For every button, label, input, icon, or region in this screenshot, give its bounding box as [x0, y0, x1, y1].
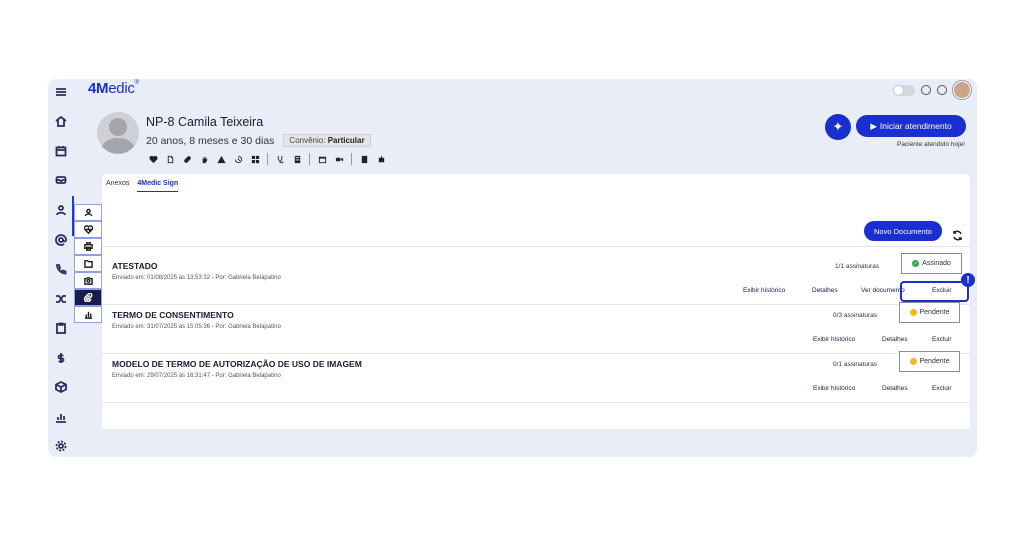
document-tabs: Anexos 4Medic Sign [106, 180, 179, 192]
warning-icon[interactable] [216, 154, 226, 164]
help-icon[interactable] [937, 85, 947, 95]
phone-icon[interactable] [53, 261, 69, 277]
row-divider [102, 353, 970, 354]
book-icon[interactable] [359, 154, 369, 164]
history-icon[interactable] [233, 154, 243, 164]
schedule-icon[interactable] [317, 154, 327, 164]
signature-count: 0/1 assinaturas [833, 361, 878, 368]
dollar-icon[interactable] [53, 350, 69, 366]
box-icon[interactable] [53, 379, 69, 395]
tab-person[interactable] [74, 204, 102, 221]
inbox-icon[interactable] [53, 172, 69, 188]
hand-icon[interactable] [199, 154, 209, 164]
tab-folder[interactable] [74, 255, 102, 272]
attended-status: Paciente atendido hoje! [897, 141, 965, 148]
toolbar-separator [267, 153, 268, 165]
details-link[interactable]: Detalhes [882, 336, 908, 343]
list-divider [102, 246, 970, 247]
patient-info: 20 anos, 8 meses e 30 dias Convênio: Par… [146, 134, 371, 147]
highlight-box [900, 281, 969, 302]
document-title: TERMO DE CONSENTIMENTO [112, 310, 234, 320]
document-title: ATESTADO [112, 261, 158, 271]
robot-icon[interactable] [376, 154, 386, 164]
check-icon: ✓ [912, 260, 920, 267]
document-meta: Enviado em: 31/07/2025 às 15:05:36 - Por… [112, 324, 281, 330]
ai-assistant-button[interactable]: ✦ [825, 114, 851, 140]
tab-4medic-sign[interactable]: 4Medic Sign [137, 180, 179, 192]
document-row: TERMO DE CONSENTIMENTO Enviado em: 31/07… [102, 302, 970, 359]
document-icon[interactable] [165, 154, 175, 164]
tab-stats[interactable] [74, 306, 102, 323]
signature-count: 1/1 assinaturas [835, 263, 880, 270]
toolbar-separator [309, 153, 310, 165]
document-row: MODELO DE TERMO DE AUTORIZAÇÃO DE USO DE… [102, 351, 970, 408]
pending-dot-icon [909, 309, 917, 316]
play-icon: ▶ [870, 120, 877, 131]
history-link[interactable]: Exibir histórico [813, 385, 855, 392]
theme-toggle[interactable] [893, 84, 915, 96]
alert-icon: ! [961, 273, 975, 287]
new-document-button[interactable]: Novo Documento [864, 221, 942, 241]
user-avatar[interactable] [953, 81, 971, 99]
history-link[interactable]: Exibir histórico [813, 336, 855, 343]
calendar-icon[interactable] [53, 143, 69, 159]
patient-name: NP-8 Camila Teixeira [146, 115, 264, 129]
tab-camera[interactable] [74, 272, 102, 289]
app-logo: 4Medic® [88, 80, 139, 97]
tab-vitals[interactable] [74, 221, 102, 238]
status-badge: Pendente [899, 351, 960, 372]
status-badge: ✓ Assinado [901, 253, 962, 274]
menu-icon[interactable] [53, 84, 69, 100]
gear-icon[interactable] [53, 438, 69, 454]
details-link[interactable]: Detalhes [812, 287, 838, 294]
delete-link[interactable]: Excluir [932, 336, 952, 343]
chat-icon[interactable] [921, 85, 931, 95]
sidebar [48, 79, 74, 457]
shuffle-icon[interactable] [53, 291, 69, 307]
start-appointment-button[interactable]: ▶ Iniciar atendimento [856, 115, 966, 137]
tab-attachments[interactable] [74, 289, 102, 306]
chart-icon[interactable] [53, 409, 69, 425]
delete-link[interactable]: Excluir [932, 385, 952, 392]
pending-dot-icon [909, 358, 917, 365]
sparkle-icon: ✦ [832, 119, 844, 135]
signature-count: 0/3 assinaturas [833, 312, 878, 319]
status-badge: Pendente [899, 302, 960, 323]
app-window: 4Medic® NP-8 Camila Teixeira 20 anos, 8 … [48, 79, 977, 457]
document-row: ATESTADO Enviado em: 01/08/2025 às 13:53… [102, 253, 970, 310]
history-link[interactable]: Exibir histórico [743, 287, 785, 294]
video-icon[interactable] [334, 154, 344, 164]
grid-icon[interactable] [250, 154, 260, 164]
document-title: MODELO DE TERMO DE AUTORIZAÇÃO DE USO DE… [112, 359, 362, 369]
patient-icon[interactable] [53, 202, 69, 218]
convenio-badge: Convênio: Particular [283, 134, 371, 147]
document-meta: Enviado em: 01/08/2025 às 13:53:32 - Por… [112, 275, 281, 281]
top-right-controls [893, 81, 971, 99]
tab-anexos[interactable]: Anexos [106, 180, 129, 192]
toolbar-separator [351, 153, 352, 165]
document-meta: Enviado em: 29/07/2025 às 16:31:47 - Por… [112, 373, 281, 379]
home-icon[interactable] [53, 113, 69, 129]
stethoscope-icon[interactable] [275, 154, 285, 164]
patient-age: 20 anos, 8 meses e 30 dias [146, 134, 275, 147]
tab-print[interactable] [74, 238, 102, 255]
view-document-link[interactable]: Ver documento [861, 287, 905, 294]
notes-icon[interactable] [292, 154, 302, 164]
refresh-icon[interactable] [952, 226, 963, 241]
at-icon[interactable] [53, 232, 69, 248]
patient-avatar [97, 112, 139, 154]
documents-panel: Anexos 4Medic Sign Novo Documento ATESTA… [102, 174, 975, 429]
heart-icon[interactable] [148, 154, 158, 164]
details-link[interactable]: Detalhes [882, 385, 908, 392]
row-divider [102, 304, 970, 305]
row-divider [102, 402, 970, 403]
pill-icon[interactable] [182, 154, 192, 164]
patient-toolbar [148, 153, 386, 165]
clipboard-icon[interactable] [53, 320, 69, 336]
